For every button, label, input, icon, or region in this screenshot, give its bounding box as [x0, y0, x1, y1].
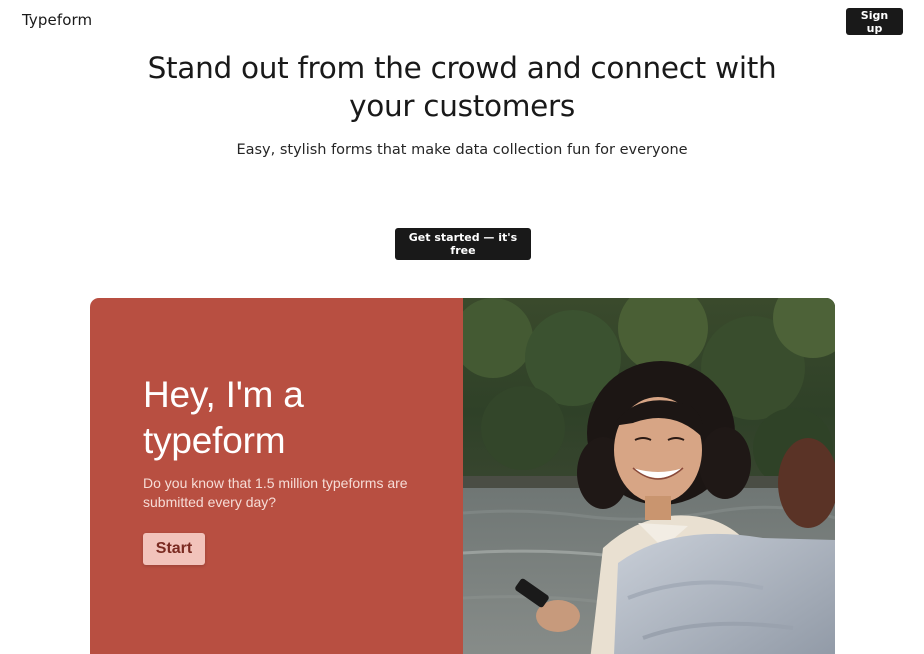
demo-typeform-card: Hey, I'm a typeform Do you know that 1.5… — [90, 298, 835, 654]
hero-title-line-2: your customers — [349, 89, 575, 123]
hero-subtitle: Easy, stylish forms that make data colle… — [236, 142, 688, 158]
typeform-logo[interactable]: Typeform — [22, 11, 92, 29]
demo-form-heading-line-2: typeform — [143, 420, 286, 461]
photo-smiling-woman-with-phone — [463, 298, 835, 654]
demo-form-question: Do you know that 1.5 million typeforms a… — [143, 475, 408, 510]
demo-form-panel: Hey, I'm a typeform Do you know that 1.5… — [90, 298, 463, 654]
demo-form-heading: Hey, I'm a typeform — [143, 372, 443, 464]
sign-up-button[interactable]: Sign up — [846, 8, 903, 35]
landing-page: Typeform Sign up Stand out from the crow… — [0, 0, 924, 654]
hero-title: Stand out from the crowd and connect wit… — [0, 49, 924, 125]
get-started-button[interactable]: Get started — it's free — [395, 228, 531, 260]
hero-title-line-1: Stand out from the crowd and connect wit… — [147, 51, 777, 85]
start-button[interactable]: Start — [143, 533, 205, 565]
hero-photo — [463, 298, 835, 654]
demo-form-heading-line-1: Hey, I'm a — [143, 374, 304, 415]
